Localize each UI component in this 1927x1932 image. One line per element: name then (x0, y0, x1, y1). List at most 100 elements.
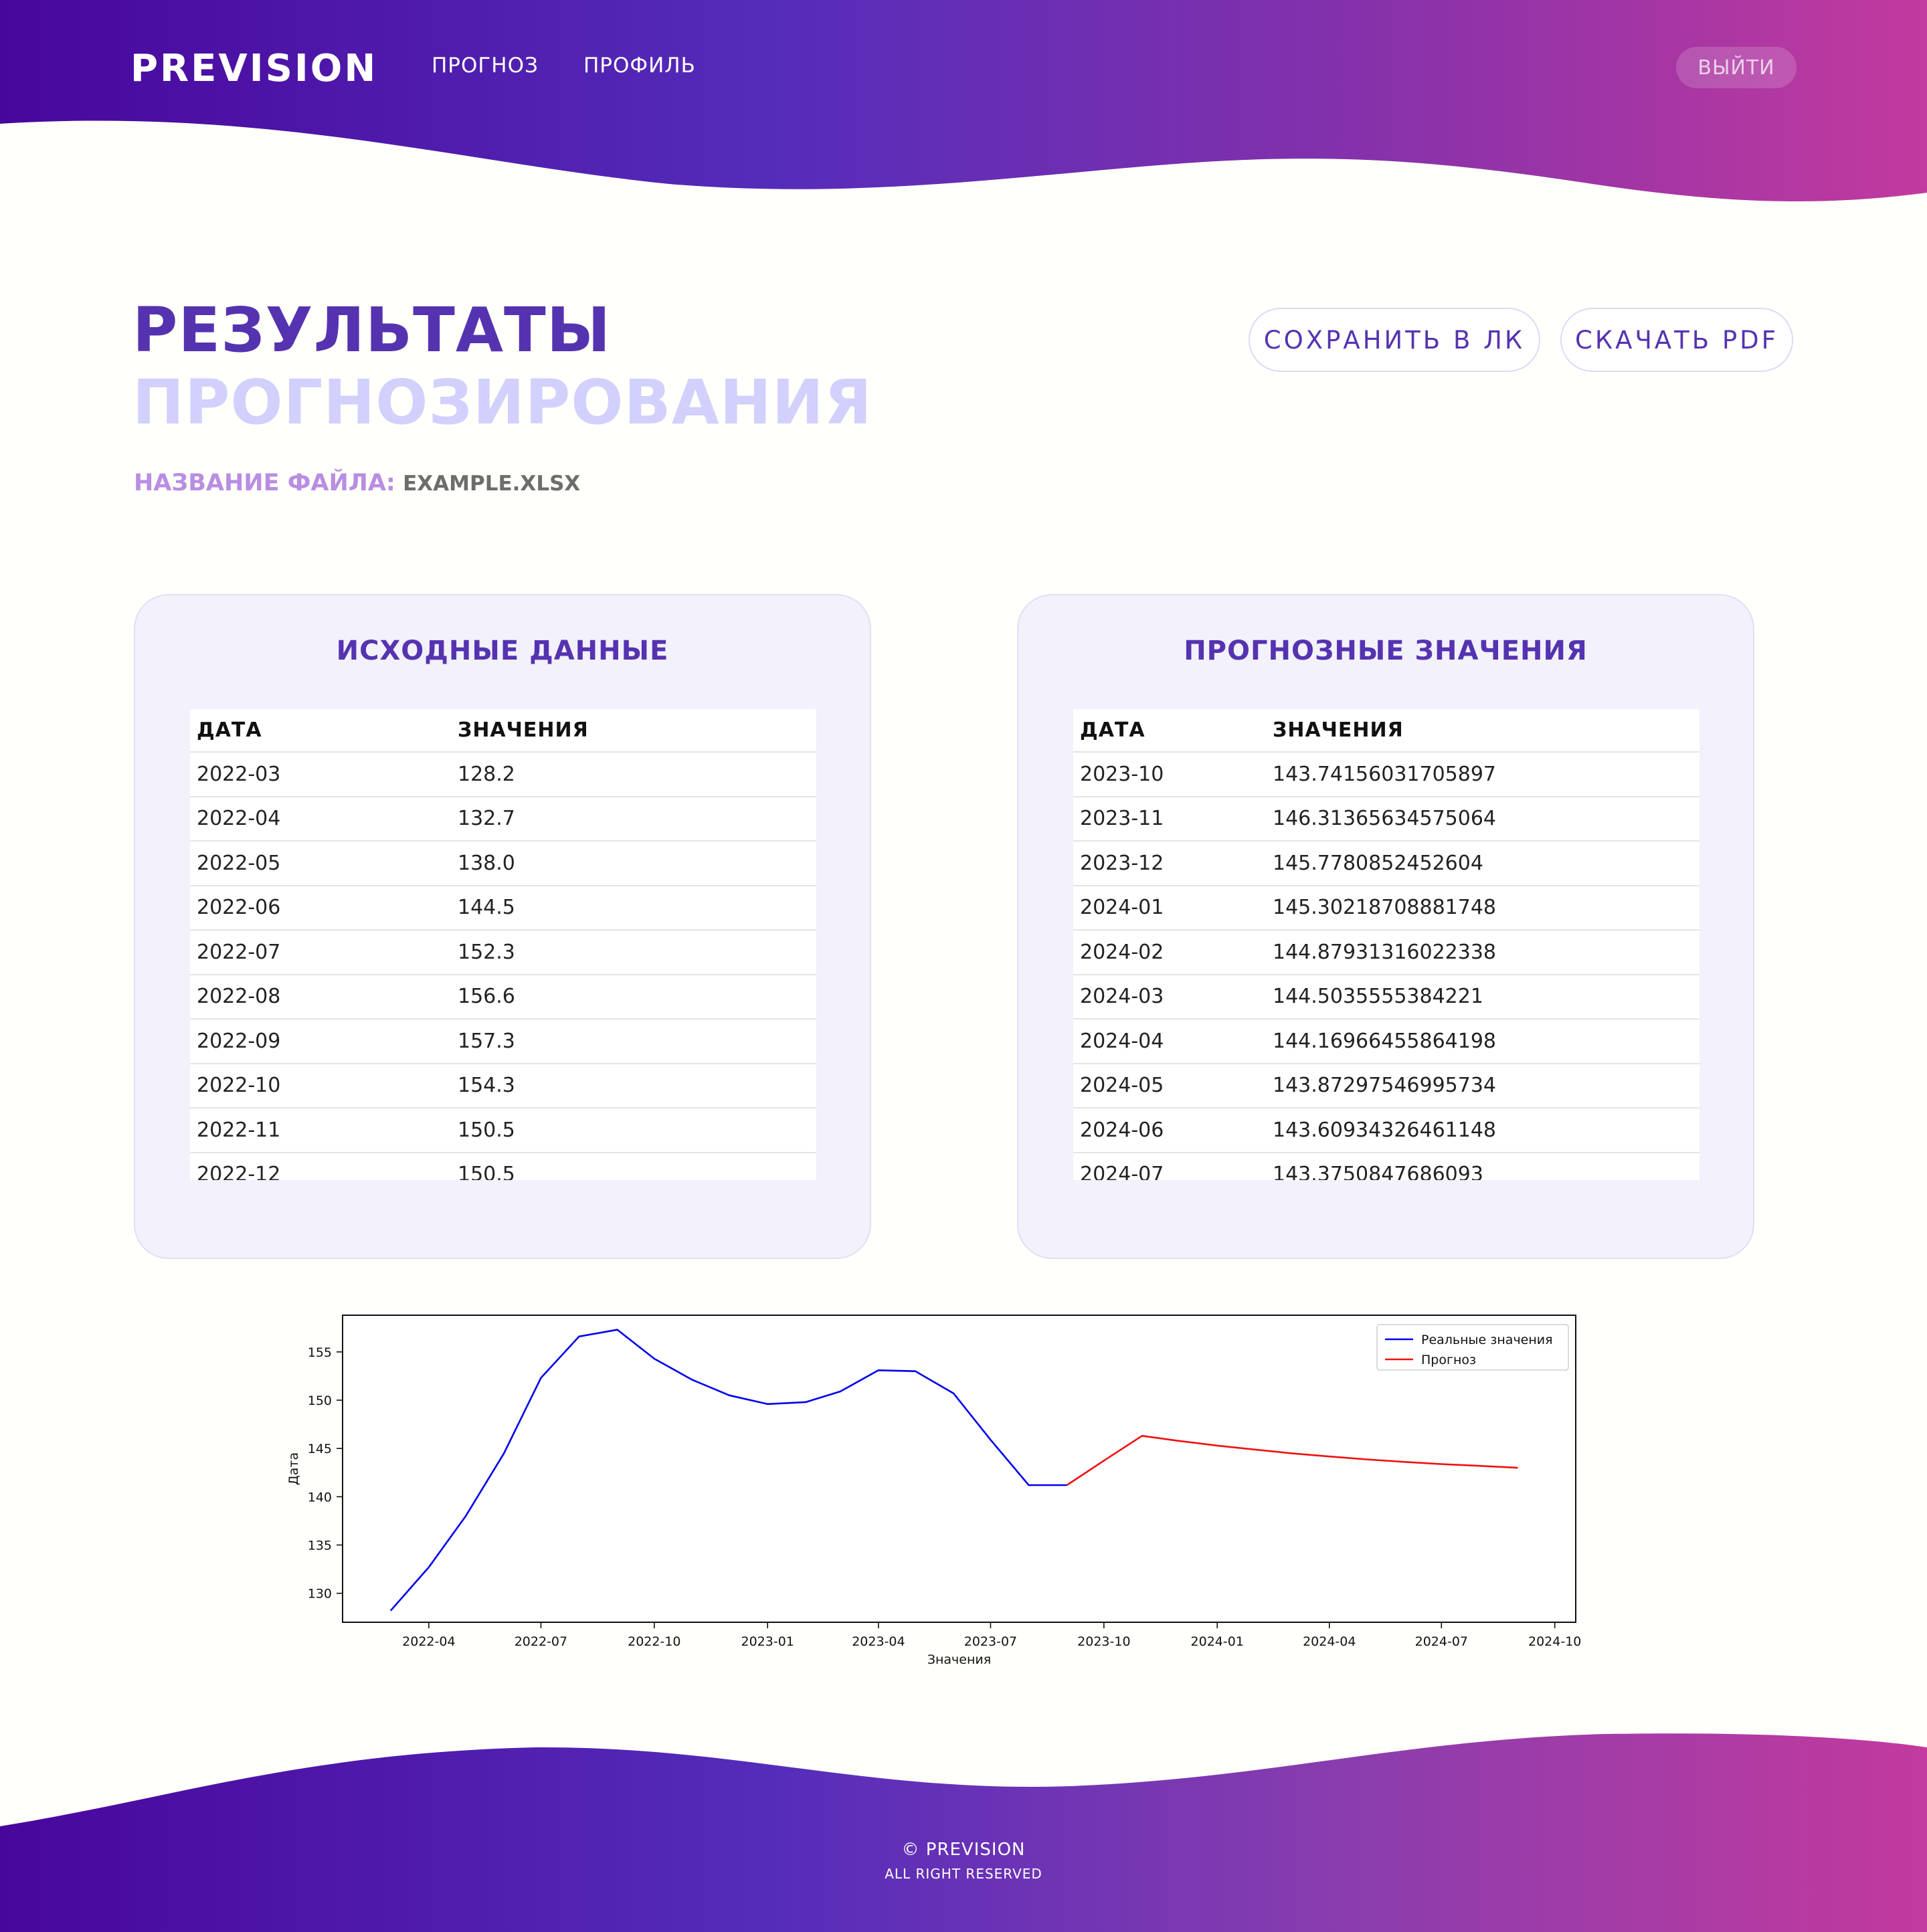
cell-date: 2023-12 (1073, 841, 1266, 886)
column-header-date: ДАТА (1073, 709, 1266, 753)
cell-date: 2024-01 (1073, 885, 1266, 931)
source-data-table: ДАТА ЗНАЧЕНИЯ 2022-03 128.2 2022-04 132.7 … (190, 709, 816, 1180)
table-row: 2022-06 144.5 (190, 885, 816, 931)
cell-value: 157.3 (451, 1019, 816, 1064)
footer-copyright: © PREVISION (901, 1840, 1026, 1860)
nav-profile[interactable]: ПРОФИЛЬ (583, 54, 696, 78)
save-to-account-button[interactable]: СОХРАНИТЬ В ЛК (1249, 308, 1540, 372)
table-row: 2022-05 138.0 (190, 841, 816, 886)
x-axis-label: Значения (927, 1652, 991, 1667)
forecast-chart: 2022-04 2022-07 2022-10 2023-01 2023-04 2023-… (286, 1315, 1581, 1667)
cell-value: 143.3750847686093 (1266, 1152, 1700, 1180)
nav-forecast[interactable]: ПРОГНОЗ (432, 54, 539, 78)
forecast-table: ДАТА ЗНАЧЕНИЯ 2023-10 143.74156031705897 … (1073, 709, 1700, 1180)
cell-value: 145.7780852452604 (1266, 841, 1700, 886)
x-tick-label: 2024-01 (1191, 1634, 1244, 1649)
cell-date: 2024-07 (1073, 1152, 1266, 1180)
x-tick-label: 2022-07 (515, 1634, 567, 1649)
cell-value: 132.7 (451, 796, 816, 842)
table-row: 2022-03 128.2 (190, 752, 816, 797)
table-row: 2022-04 132.7 (190, 796, 816, 842)
cell-value: 154.3 (451, 1063, 816, 1108)
source-data-card: ИСХОДНЫЕ ДАННЫЕ ДАТА ЗНАЧЕНИЯ 2022-03 128… (134, 594, 871, 1259)
y-tick-label: 155 (308, 1345, 332, 1360)
table-row: 2024-05 143.87297546995734 (1073, 1063, 1700, 1108)
file-info: НАЗВАНИЕ ФАЙЛА: EXAMPLE.XLSX (134, 470, 580, 496)
cell-value: 144.87931316022338 (1266, 930, 1700, 975)
page-title: РЕЗУЛЬТАТЫ (132, 294, 612, 366)
table-row: 2024-04 144.16966455864198 (1073, 1019, 1700, 1064)
column-header-value: ЗНАЧЕНИЯ (451, 709, 816, 753)
cell-date: 2022-08 (190, 974, 451, 1020)
table-row: 2023-11 146.31365634575064 (1073, 796, 1700, 842)
page-subtitle: ПРОГНОЗИРОВАНИЯ (132, 367, 873, 438)
cell-value: 143.74156031705897 (1266, 752, 1700, 797)
cell-value: 138.0 (451, 841, 816, 886)
cell-date: 2022-10 (190, 1063, 451, 1108)
table-row: 2022-08 156.6 (190, 974, 816, 1020)
cell-date: 2024-04 (1073, 1019, 1266, 1064)
y-tick-label: 145 (308, 1442, 332, 1456)
footer-rights: ALL RIGHT RESERVED (885, 1866, 1042, 1882)
x-tick-label: 2023-04 (852, 1634, 905, 1649)
x-tick-label: 2022-04 (402, 1634, 455, 1649)
table-header-row: ДАТА ЗНАЧЕНИЯ (1073, 709, 1700, 753)
table-row: 2022-07 152.3 (190, 930, 816, 975)
download-pdf-button[interactable]: СКАЧАТЬ PDF (1560, 308, 1793, 372)
file-name: EXAMPLE.XLSX (403, 472, 581, 496)
cell-value: 152.3 (451, 930, 816, 975)
cell-date: 2024-06 (1073, 1108, 1266, 1153)
table-row: 2022-11 150.5 (190, 1108, 816, 1153)
cell-value: 144.5035555384221 (1266, 974, 1700, 1020)
y-axis-label: Дата (286, 1452, 301, 1485)
column-header-value: ЗНАЧЕНИЯ (1266, 709, 1700, 753)
table-row: 2024-06 143.60934326461148 (1073, 1108, 1700, 1153)
cell-value: 144.16966455864198 (1266, 1019, 1700, 1064)
x-tick-label: 2022-10 (628, 1634, 680, 1649)
forecast-title: ПРОГНОЗНЫЕ ЗНАЧЕНИЯ (1184, 636, 1588, 666)
table-row: 2024-03 144.5035555384221 (1073, 974, 1700, 1020)
cell-date: 2022-09 (190, 1019, 451, 1064)
cell-date: 2024-02 (1073, 930, 1266, 975)
table-row: 2022-10 154.3 (190, 1063, 816, 1108)
cell-value: 150.5 (451, 1152, 816, 1180)
table-row: 2024-07 143.3750847686093 (1073, 1152, 1700, 1180)
logout-button[interactable]: ВЫЙТИ (1676, 47, 1797, 88)
cell-date: 2022-04 (190, 796, 451, 842)
y-tick-label: 130 (308, 1587, 332, 1602)
table-row: 2023-12 145.7780852452604 (1073, 841, 1700, 886)
cell-value: 128.2 (451, 752, 816, 797)
header: PREVISION ПРОГНОЗ ПРОФИЛЬ ВЫЙТИ (0, 0, 1927, 214)
cell-date: 2024-03 (1073, 974, 1266, 1020)
cell-value: 143.87297546995734 (1266, 1063, 1700, 1108)
x-tick-label: 2023-07 (964, 1634, 1017, 1649)
legend-label: Реальные значения (1421, 1333, 1553, 1347)
y-tick-label: 150 (308, 1393, 332, 1408)
source-data-table-scroll[interactable]: ДАТА ЗНАЧЕНИЯ 2022-03 128.2 2022-04 132.7 … (190, 709, 816, 1180)
cell-date: 2022-03 (190, 752, 451, 797)
forecast-card: ПРОГНОЗНЫЕ ЗНАЧЕНИЯ ДАТА ЗНАЧЕНИЯ 2023-1… (1017, 594, 1754, 1259)
cell-date: 2022-12 (190, 1152, 451, 1180)
source-data-title: ИСХОДНЫЕ ДАННЫЕ (336, 636, 669, 666)
x-tick-label: 2023-01 (741, 1634, 794, 1649)
cell-value: 143.60934326461148 (1266, 1108, 1700, 1153)
brand-logo[interactable]: PREVISION (130, 47, 377, 90)
cell-value: 150.5 (451, 1108, 816, 1153)
table-row: 2024-01 145.30218708881748 (1073, 885, 1700, 931)
x-tick-label: 2024-10 (1528, 1634, 1581, 1649)
y-tick-label: 140 (308, 1490, 332, 1505)
cell-value: 156.6 (451, 974, 816, 1020)
table-row: 2022-09 157.3 (190, 1019, 816, 1064)
cell-date: 2022-11 (190, 1108, 451, 1153)
footer (0, 1699, 1927, 1932)
x-tick-label: 2024-07 (1415, 1634, 1468, 1649)
x-tick-label: 2023-10 (1077, 1634, 1130, 1649)
column-header-date: ДАТА (190, 709, 451, 753)
cell-date: 2022-06 (190, 885, 451, 931)
cell-date: 2024-05 (1073, 1063, 1266, 1108)
cell-date: 2023-11 (1073, 796, 1266, 842)
forecast-table-scroll[interactable]: ДАТА ЗНАЧЕНИЯ 2023-10 143.74156031705897 … (1073, 709, 1700, 1180)
table-header-row: ДАТА ЗНАЧЕНИЯ (190, 709, 816, 753)
cell-date: 2022-05 (190, 841, 451, 886)
cell-date: 2022-07 (190, 930, 451, 975)
